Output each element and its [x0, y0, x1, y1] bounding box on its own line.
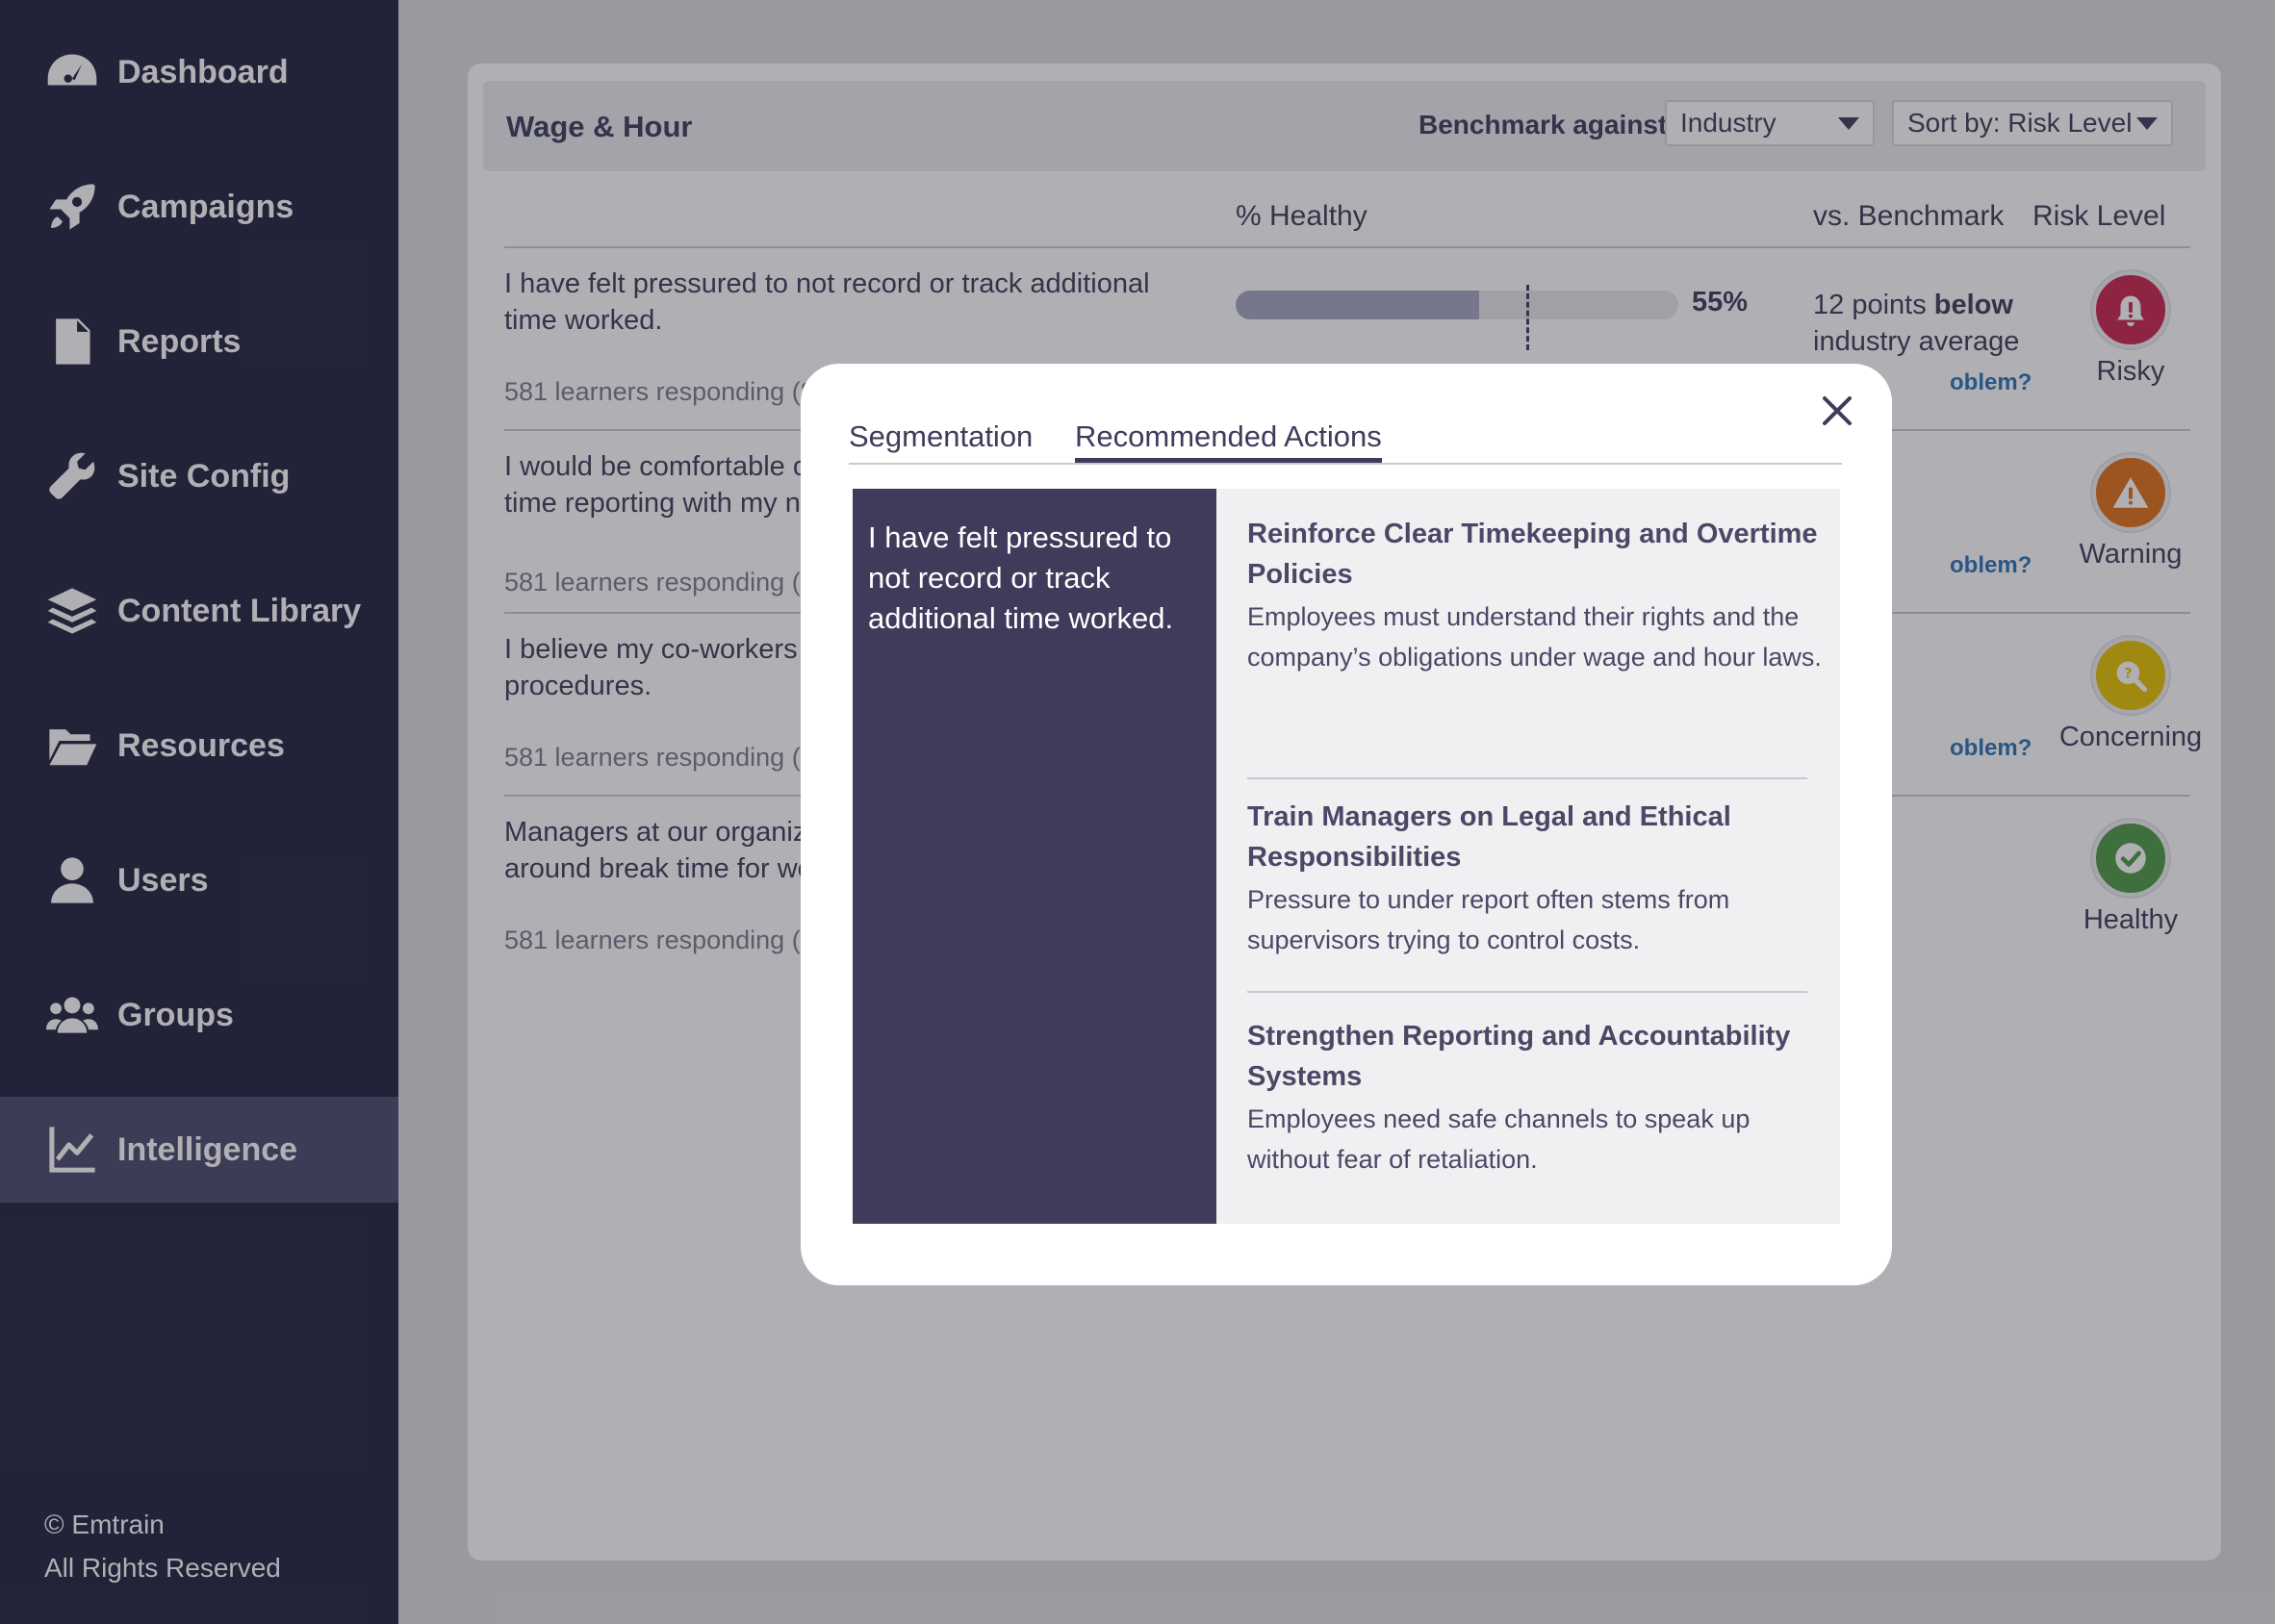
selected-question-text: I have felt pressured to not record or t…	[868, 520, 1174, 635]
close-icon	[1823, 396, 1852, 425]
action-item: Strengthen Reporting and Accountability …	[1247, 1016, 1825, 1180]
action-item: Reinforce Clear Timekeeping and Overtime…	[1247, 514, 1825, 677]
action-title: Strengthen Reporting and Accountability …	[1247, 1021, 1791, 1092]
action-description: Employees need safe channels to speak up…	[1247, 1104, 1751, 1174]
action-item: Train Managers on Legal and Ethical Resp…	[1247, 797, 1825, 960]
tab-recommended-actions[interactable]: Recommended Actions	[1075, 419, 1382, 463]
recommended-actions-modal: Segmentation Recommended Actions I have …	[801, 364, 1892, 1285]
action-divider	[1247, 777, 1807, 779]
action-divider	[1247, 991, 1807, 993]
action-description: Pressure to under report often stems fro…	[1247, 885, 1730, 954]
action-title: Reinforce Clear Timekeeping and Overtime…	[1247, 519, 1818, 590]
tab-segmentation[interactable]: Segmentation	[849, 419, 1033, 454]
action-description: Employees must understand their rights a…	[1247, 602, 1822, 672]
selected-question-panel: I have felt pressured to not record or t…	[853, 489, 1216, 1224]
close-button[interactable]	[1813, 387, 1861, 435]
action-title: Train Managers on Legal and Ethical Resp…	[1247, 801, 1731, 873]
tabs-divider	[849, 463, 1842, 465]
actions-panel: Reinforce Clear Timekeeping and Overtime…	[1216, 489, 1840, 1224]
